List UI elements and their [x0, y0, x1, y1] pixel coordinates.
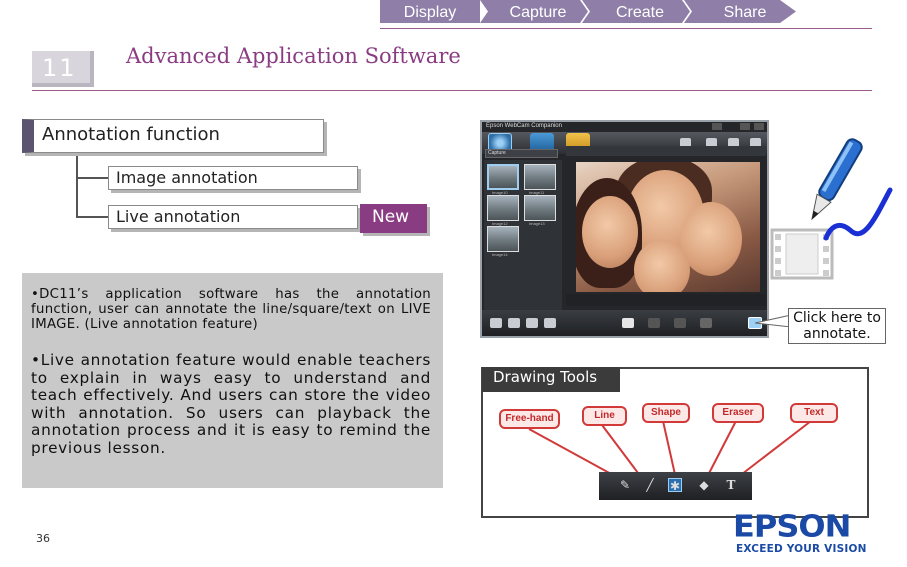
thumbnail-label: Image14 — [492, 252, 508, 257]
thumbnail-1[interactable] — [487, 164, 519, 190]
live-image-photo — [576, 162, 760, 292]
new-badge: New — [360, 204, 427, 233]
viewer-toolbar — [566, 146, 766, 156]
line-icon[interactable]: ╱ — [643, 478, 657, 492]
tree-connector-vertical — [76, 153, 78, 217]
playback-icon[interactable] — [700, 318, 712, 328]
app-title: Epson WebCam Companion — [486, 123, 562, 129]
annotate-callout: Click here to annotate. — [788, 308, 886, 344]
thumbnail-5[interactable] — [487, 226, 519, 252]
text-icon[interactable]: T — [724, 478, 738, 492]
record-icon[interactable] — [648, 318, 660, 328]
thumbnail-label: Image12 — [492, 221, 508, 226]
tool-freehand: Free-hand — [499, 409, 560, 429]
thumbnail-2[interactable] — [524, 164, 556, 190]
thumbnail-4[interactable] — [524, 195, 556, 221]
page-number: 36 — [36, 532, 50, 545]
mode-dropdown[interactable]: Capture — [485, 149, 558, 158]
tool-line: Line — [582, 406, 627, 426]
bottom-icon-2[interactable] — [508, 318, 520, 328]
eraser-icon[interactable]: ◆ — [697, 478, 711, 492]
ink-stroke — [823, 187, 893, 241]
thumbnail-label: Image10 — [492, 190, 508, 195]
tree-connector-2 — [76, 216, 108, 218]
stop-icon[interactable] — [674, 318, 686, 328]
thumbnail-3[interactable] — [487, 195, 519, 221]
page-title: Advanced Application Software — [126, 44, 461, 68]
pencil-icon[interactable]: ✎ — [618, 478, 632, 492]
tool-text: Text — [790, 403, 838, 423]
live-annotation-box: Live annotation — [108, 205, 358, 229]
photo-face-mother — [582, 196, 638, 268]
thumbnail-label: Image11 — [529, 190, 545, 195]
section-number: 11 — [42, 54, 77, 82]
annotation-toolbar — [566, 294, 766, 306]
nav-share[interactable]: Share — [692, 0, 798, 23]
tool-shape: Shape — [642, 403, 690, 423]
nav-create[interactable]: Create — [590, 0, 690, 23]
camera-icon[interactable] — [622, 318, 634, 328]
tree-connector-1 — [76, 177, 108, 179]
bottom-icon-1[interactable] — [490, 318, 502, 328]
epson-tagline: EXCEED YOUR VISION — [736, 543, 867, 555]
nav-divider — [380, 28, 872, 29]
thumbnail-panel: Image10 Image11 Image12 Image13 Image14 — [484, 160, 562, 310]
description-paragraph-2: •Live annotation feature would enable te… — [31, 351, 431, 457]
annotation-function-box: Annotation function — [22, 119, 324, 153]
maximize-icon — [740, 123, 750, 130]
tool-eraser: Eraser — [712, 403, 764, 423]
minimize-icon — [712, 123, 722, 130]
nav-display[interactable]: Display — [380, 0, 480, 23]
title-divider — [32, 90, 872, 91]
description-panel: •DC11’s application software has the ann… — [22, 273, 443, 488]
epson-logo: EPSON — [733, 507, 851, 545]
description-paragraph-1: •DC11’s application software has the ann… — [31, 287, 431, 332]
bottom-icon-4[interactable] — [544, 318, 556, 328]
bottom-icon-3[interactable] — [526, 318, 538, 328]
nav-capture[interactable]: Capture — [488, 0, 588, 23]
image-annotation-box: Image annotation — [108, 166, 358, 190]
close-icon — [754, 123, 764, 130]
webcam-app-screenshot: Epson WebCam Companion Capture Image10 I… — [480, 120, 769, 338]
pen-film-decoration — [770, 138, 893, 280]
section-number-box: 11 — [32, 51, 94, 87]
thumbnail-label: Image13 — [529, 221, 545, 226]
drawing-tools-header: Drawing Tools — [482, 367, 620, 392]
shape-icon[interactable]: ✱ — [668, 478, 682, 493]
film-icon — [770, 228, 834, 280]
pen-icon — [811, 138, 863, 221]
photo-face-baby — [634, 240, 690, 292]
